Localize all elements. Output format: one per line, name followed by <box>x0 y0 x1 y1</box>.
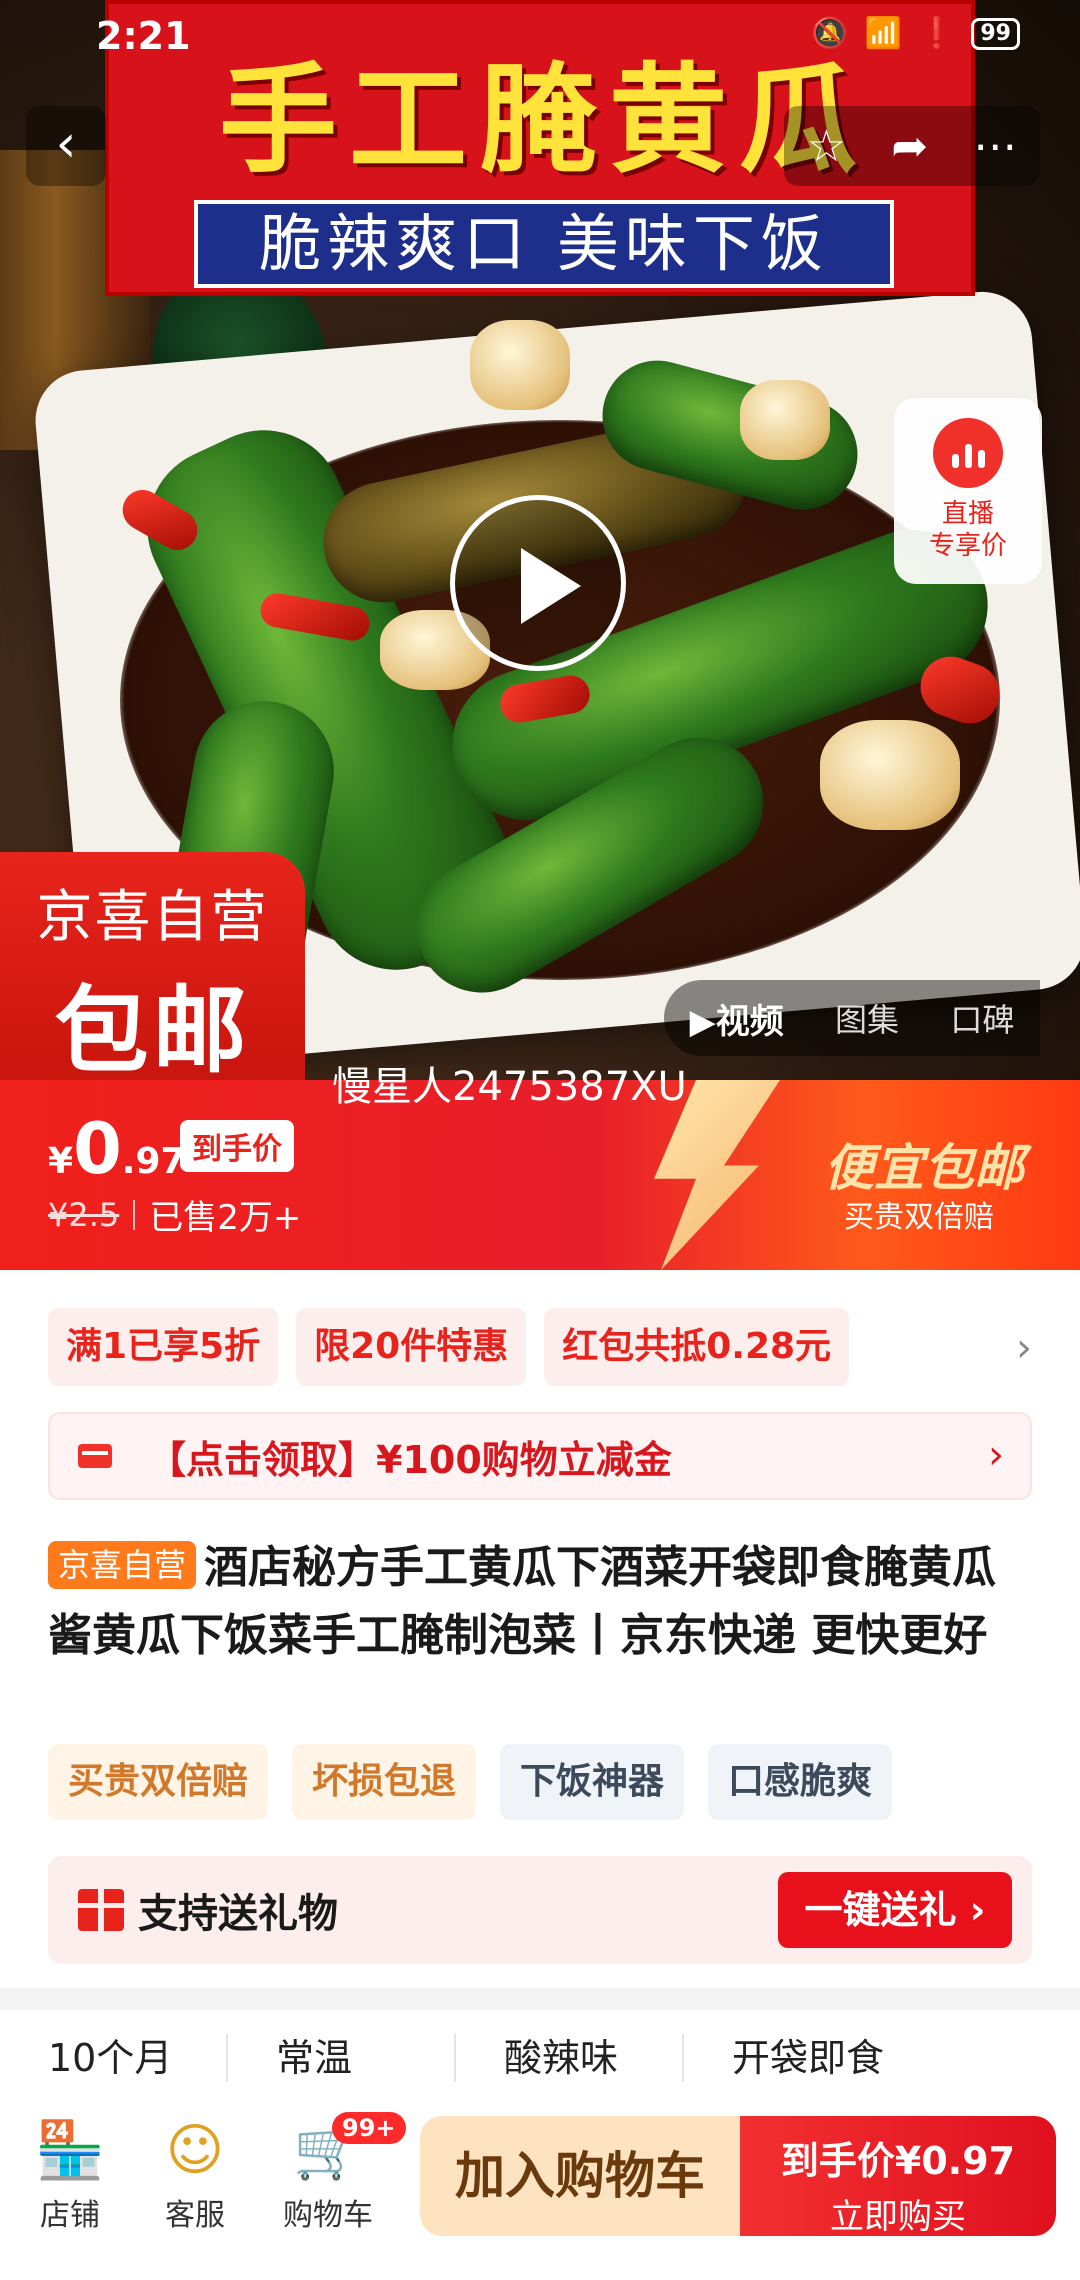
product-tags: 买贵双倍赔 坏损包退 下饭神器 口感脆爽 <box>48 1744 893 1820</box>
top-action-group: ☆ ➦ ⋯ <box>784 106 1040 186</box>
status-icons: 🔕 📶 ❗ 99 <box>811 16 1020 51</box>
promo-badge-line1: 京喜自营 <box>36 885 269 950</box>
more-icon[interactable]: ⋯ <box>973 121 1017 172</box>
final-price: ¥ 0 .97 <box>48 1108 186 1190</box>
status-bar: 2:21 🔕 📶 ❗ 99 <box>0 0 1080 70</box>
tag-chip[interactable]: 坏损包退 <box>292 1744 477 1820</box>
tag-chip[interactable]: 下饭神器 <box>500 1744 685 1820</box>
coupon-chip[interactable]: 满1已享5折 <box>48 1308 279 1386</box>
cart-button[interactable]: 🛒 99+ 购物车 <box>268 2112 406 2234</box>
tag-chip[interactable]: 买贵双倍赔 <box>48 1744 269 1820</box>
battery-icon: 99 <box>971 17 1020 50</box>
spec-item: 常温 <box>228 2034 456 2082</box>
double-compensation-text: 买贵双倍赔 <box>844 1200 994 1235</box>
spec-item: 10个月 <box>0 2034 228 2082</box>
self-operated-free-shipping-badge: 京喜自营 包邮 <box>0 852 305 1080</box>
spec-item: 开袋即食 <box>732 2036 885 2080</box>
tab-video[interactable]: ▶视频 <box>690 994 784 1043</box>
price-currency: ¥ <box>48 1141 74 1182</box>
favorite-star-icon[interactable]: ☆ <box>807 121 846 172</box>
product-title: 京喜自营 酒店秘方手工黄瓜下酒菜开袋即食腌黄瓜酱黄瓜下饭菜手工腌制泡菜丨京东快递 … <box>48 1534 1038 1670</box>
store-button[interactable]: 🏪 店铺 <box>10 2116 130 2234</box>
buy-now-label: 立即购买 <box>830 2197 966 2237</box>
coupon-chip[interactable]: 红包共抵0.28元 <box>544 1308 850 1386</box>
product-detail-page: 手工腌黄瓜 脆辣爽口 美味下饭 直播 专享价 京喜自营 包邮 ▶视频 图集 口碑… <box>0 0 1080 2280</box>
live-price-card[interactable]: 直播 专享价 <box>894 398 1042 584</box>
hero-garlic <box>470 320 570 410</box>
coupon-more-chevron-icon[interactable]: › <box>1016 1325 1032 1371</box>
play-video-button[interactable] <box>450 495 626 671</box>
promo-badge-line2: 包邮 <box>54 977 251 1080</box>
tab-reviews[interactable]: 口碑 <box>950 995 1014 1041</box>
media-tabs: ▶视频 图集 口碑 <box>664 980 1040 1056</box>
bottom-action-bar: 🏪 店铺 ☺ 客服 🛒 99+ 购物车 加入购物车 到手价¥0.97 立即购买 <box>0 2096 1080 2280</box>
gift-support-text: 支持送礼物 <box>138 1891 338 1937</box>
store-label: 店铺 <box>40 2198 100 2233</box>
spec-row[interactable]: 10个月 常温 酸辣味 开袋即食 <box>0 2034 1080 2094</box>
sold-count: 已售2万+ <box>149 1198 302 1238</box>
play-small-icon: ▶ <box>689 1001 716 1042</box>
price-decimal: .97 <box>121 1141 186 1182</box>
hero-garlic <box>740 380 830 460</box>
divider <box>133 1199 136 1230</box>
share-icon[interactable]: ➦ <box>891 121 928 172</box>
hero-garlic <box>820 720 960 830</box>
self-operated-badge: 京喜自营 <box>48 1541 197 1589</box>
cart-count-badge: 99+ <box>332 2112 406 2144</box>
banner-subtitle: 脆辣爽口 美味下饭 <box>194 200 894 288</box>
section-divider <box>0 1988 1080 2010</box>
customer-service-icon: ☺ <box>165 2118 225 2183</box>
back-button[interactable]: ‹ <box>26 106 106 186</box>
chevron-right-icon: › <box>988 1432 1004 1478</box>
spec-item: 酸辣味 <box>456 2034 684 2082</box>
status-time: 2:21 <box>96 14 191 58</box>
live-icon <box>933 418 1003 488</box>
add-to-cart-button[interactable]: 加入购物车 <box>420 2116 740 2236</box>
cheap-free-shipping-title: 便宜包邮 <box>824 1139 1024 1197</box>
card-icon <box>78 1444 112 1468</box>
tag-chip[interactable]: 口感脆爽 <box>708 1744 893 1820</box>
gift-icon <box>78 1889 124 1931</box>
price-integer: 0 <box>73 1108 122 1190</box>
voucher-banner[interactable]: 【点击领取】¥100购物立减金 › <box>48 1412 1032 1500</box>
original-price: ¥2.5 <box>48 1195 120 1234</box>
image-watermark: 慢星人2475387XU <box>332 1064 687 1110</box>
live-card-line1: 直播 <box>941 499 994 529</box>
cart-label: 购物车 <box>283 2198 373 2233</box>
tab-gallery[interactable]: 图集 <box>835 995 899 1041</box>
live-card-line2: 专享价 <box>928 531 1007 561</box>
chevron-left-icon: ‹ <box>55 114 77 174</box>
alert-icon: ❗ <box>918 16 956 51</box>
gift-section: 支持送礼物 一键送礼 › <box>48 1856 1032 1964</box>
buy-now-price: 到手价¥0.97 <box>780 2139 1016 2183</box>
mute-bell-icon: 🔕 <box>811 16 849 51</box>
voucher-text: 【点击领取】¥100购物立减金 <box>148 1437 672 1482</box>
customer-service-button[interactable]: ☺ 客服 <box>135 2116 255 2234</box>
buy-now-button[interactable]: 到手价¥0.97 立即购买 <box>740 2116 1056 2237</box>
coupon-chip[interactable]: 限20件特惠 <box>296 1308 527 1386</box>
price-sub-info: ¥2.5 已售2万+ <box>48 1190 301 1239</box>
service-label: 客服 <box>165 2198 225 2233</box>
coupon-row: 满1已享5折 限20件特惠 红包共抵0.28元 <box>48 1308 850 1386</box>
store-icon: 🏪 <box>35 2118 105 2183</box>
send-gift-button[interactable]: 一键送礼 › <box>778 1872 1012 1948</box>
final-price-tag: 到手价 <box>180 1120 294 1172</box>
wifi-icon: 📶 <box>864 16 903 51</box>
